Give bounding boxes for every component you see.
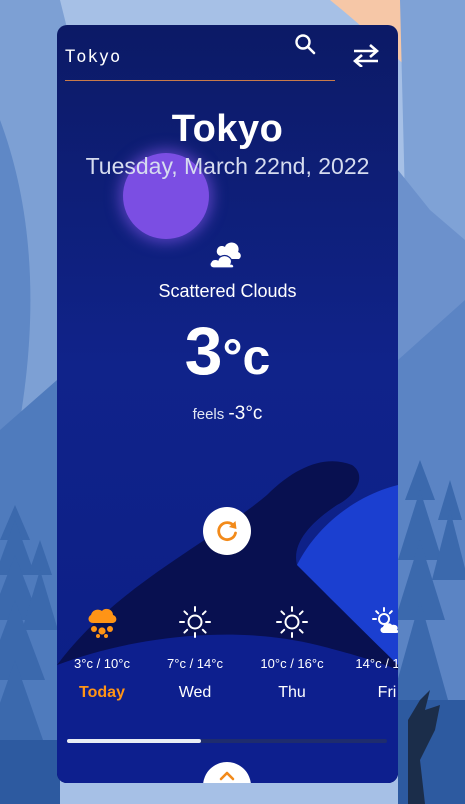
forecast-day[interactable]: 3°c / 10°c Today [57, 605, 147, 702]
search-icon[interactable] [293, 32, 317, 56]
partly-sunny-icon [372, 607, 398, 633]
weather-condition: Scattered Clouds [158, 281, 297, 301]
forecast-strip[interactable]: 3°c / 10°c Today 7°c / 14°c Wed 10°c / 1… [57, 605, 398, 715]
forecast-day-name: Today [79, 684, 125, 701]
forecast-range: 3°c / 10°c [74, 656, 130, 671]
forecast-scrollbar[interactable] [67, 739, 387, 743]
cloud-icon [208, 238, 246, 270]
forecast-day[interactable]: 7°c / 14°c Wed [150, 605, 240, 702]
refresh-icon [217, 521, 237, 541]
feels-label: feels [192, 406, 225, 423]
forecast-day[interactable]: 14°c / 18°c Fri [342, 605, 398, 702]
temperature-value: 3 [184, 313, 223, 389]
search-input[interactable] [65, 41, 285, 73]
swap-arrows-icon[interactable] [352, 43, 380, 68]
current-temperature: 3°c [57, 311, 398, 391]
sun-icon [276, 606, 308, 638]
city-name: Tokyo [171, 108, 284, 150]
forecast-scrollbar-thumb[interactable] [67, 739, 202, 743]
forecast-day-name: Fri [377, 684, 397, 701]
feels-like: feels -3°c [57, 403, 398, 425]
snow-cloud-icon [88, 608, 117, 638]
temperature-unit: °c [222, 329, 271, 385]
forecast-range: 7°c / 14°c [167, 656, 223, 671]
forecast-day-name: Thu [278, 684, 306, 701]
sun-icon [179, 606, 211, 638]
forecast-range: 14°c / 18°c [355, 656, 398, 671]
forecast-day-name: Wed [178, 684, 212, 701]
chevron-up-icon [219, 771, 235, 781]
refresh-button[interactable] [203, 507, 251, 555]
forecast-range: 10°c / 16°c [260, 656, 324, 671]
forecast-day[interactable]: 10°c / 16°c Thu [247, 605, 337, 702]
weather-card: Tokyo Tuesday, March 22nd, 2022 Scattere… [57, 25, 398, 783]
feels-value: -3°c [228, 403, 263, 424]
current-date: Tuesday, March 22nd, 2022 [85, 153, 370, 179]
